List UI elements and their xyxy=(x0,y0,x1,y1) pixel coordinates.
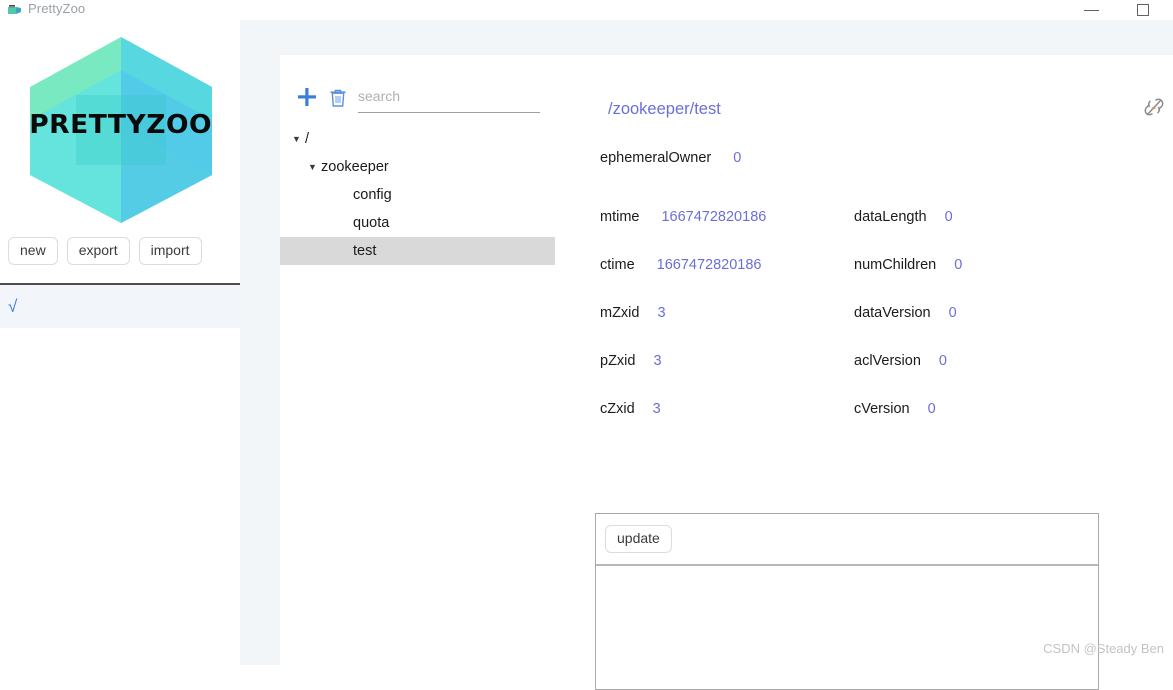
field-mZxid: mZxid 3 xyxy=(600,305,854,321)
field-value: 3 xyxy=(652,401,661,417)
tree-node-label: zookeeper xyxy=(321,159,389,175)
tree-node-config[interactable]: config xyxy=(280,181,555,209)
trash-icon[interactable] xyxy=(328,87,348,109)
tree-node-label: quota xyxy=(353,215,390,231)
field-value: 1667472820186 xyxy=(661,209,767,225)
field-ephemeralOwner: ephemeralOwner 0 xyxy=(600,150,741,166)
field-label: numChildren xyxy=(854,257,937,273)
tree-node-label: / xyxy=(305,131,310,147)
field-aclVersion: aclVersion 0 xyxy=(854,353,947,369)
broken-link-icon[interactable] xyxy=(1141,93,1167,121)
minimize-button[interactable] xyxy=(1069,0,1115,20)
main-region: ▼/▼zookeeperconfigquotatest /zookeeper/t… xyxy=(240,20,1173,690)
chevron-down-icon[interactable]: ▼ xyxy=(292,134,305,144)
field-label: cVersion xyxy=(854,401,910,417)
node-detail-grid: mtime 1667472820186 dataLength 0 ctime 166747… xyxy=(600,193,1030,433)
sidebar: PRETTYZOO new export import √ xyxy=(0,20,240,665)
update-button[interactable]: update xyxy=(605,524,672,554)
field-value: 0 xyxy=(944,209,953,225)
field-value: 3 xyxy=(657,305,666,321)
check-icon: √ xyxy=(8,297,18,316)
node-path: /zookeeper/test xyxy=(608,100,721,118)
field-label: ephemeralOwner xyxy=(600,150,712,166)
detail-row: mZxid 3 dataVersion 0 xyxy=(600,289,1030,337)
detail-row: ctime 1667472820186 numChildren 0 xyxy=(600,241,1030,289)
field-label: dataVersion xyxy=(854,305,931,321)
field-dataVersion: dataVersion 0 xyxy=(854,305,957,321)
prettyzoo-logo: PRETTYZOO xyxy=(16,25,226,225)
connection-list-item[interactable]: √ xyxy=(0,285,240,328)
field-dataLength: dataLength 0 xyxy=(854,209,953,225)
field-pZxid: pZxid 3 xyxy=(600,353,854,369)
tree-node-quota[interactable]: quota xyxy=(280,209,555,237)
detail-row: cZxid 3 cVersion 0 xyxy=(600,385,1030,433)
field-value: 0 xyxy=(954,257,963,273)
search-input[interactable] xyxy=(358,88,540,104)
field-value: 3 xyxy=(653,353,662,369)
maximize-icon xyxy=(1137,4,1149,16)
node-data-textarea[interactable] xyxy=(596,566,1098,684)
data-panel: update xyxy=(595,513,1099,690)
field-value: 0 xyxy=(927,401,936,417)
tree-node-label: config xyxy=(353,187,392,203)
tree-node-test[interactable]: test xyxy=(280,237,555,265)
plus-icon[interactable] xyxy=(296,86,318,108)
tree-node-zookeeper[interactable]: ▼ zookeeper xyxy=(280,153,555,181)
field-value: 0 xyxy=(938,353,947,369)
field-cVersion: cVersion 0 xyxy=(854,401,936,417)
title-bar: PrettyZoo xyxy=(0,0,1173,20)
field-cZxid: cZxid 3 xyxy=(600,401,854,417)
node-tree[interactable]: ▼ / ▼ zookeeper config quota test xyxy=(280,125,555,265)
field-numChildren: numChildren 0 xyxy=(854,257,962,273)
search-field[interactable] xyxy=(358,88,540,113)
detail-row: pZxid 3 aclVersion 0 xyxy=(600,337,1030,385)
field-label: mtime xyxy=(600,209,640,225)
prettyzoo-logo-icon xyxy=(7,3,23,17)
chevron-down-icon[interactable]: ▼ xyxy=(308,162,321,172)
tree-node-root[interactable]: ▼ / xyxy=(280,125,555,153)
tree-node-label: test xyxy=(353,243,377,259)
field-label: dataLength xyxy=(854,209,927,225)
maximize-button[interactable] xyxy=(1121,0,1167,20)
detail-row: mtime 1667472820186 dataLength 0 xyxy=(600,193,1030,241)
import-button[interactable]: import xyxy=(138,237,202,266)
data-panel-toolbar: update xyxy=(596,514,1098,566)
field-value: 0 xyxy=(733,150,742,166)
new-connection-button[interactable]: new xyxy=(8,237,58,266)
field-value: 0 xyxy=(948,305,957,321)
sidebar-actions: new export import xyxy=(8,237,202,266)
field-mtime: mtime 1667472820186 xyxy=(600,209,854,225)
content-panel: ▼/▼zookeeperconfigquotatest /zookeeper/t… xyxy=(280,55,1173,690)
export-button[interactable]: export xyxy=(66,237,130,266)
field-value: 1667472820186 xyxy=(656,257,762,273)
field-label: mZxid xyxy=(600,305,640,321)
field-label: aclVersion xyxy=(854,353,921,369)
field-label: cZxid xyxy=(600,401,635,417)
window-title: PrettyZoo xyxy=(28,1,86,16)
field-ctime: ctime 1667472820186 xyxy=(600,257,854,273)
field-label: ctime xyxy=(600,257,635,273)
minimize-icon xyxy=(1084,10,1099,11)
watermark: CSDN @Steady Ben xyxy=(1043,641,1164,656)
field-label: pZxid xyxy=(600,353,636,369)
